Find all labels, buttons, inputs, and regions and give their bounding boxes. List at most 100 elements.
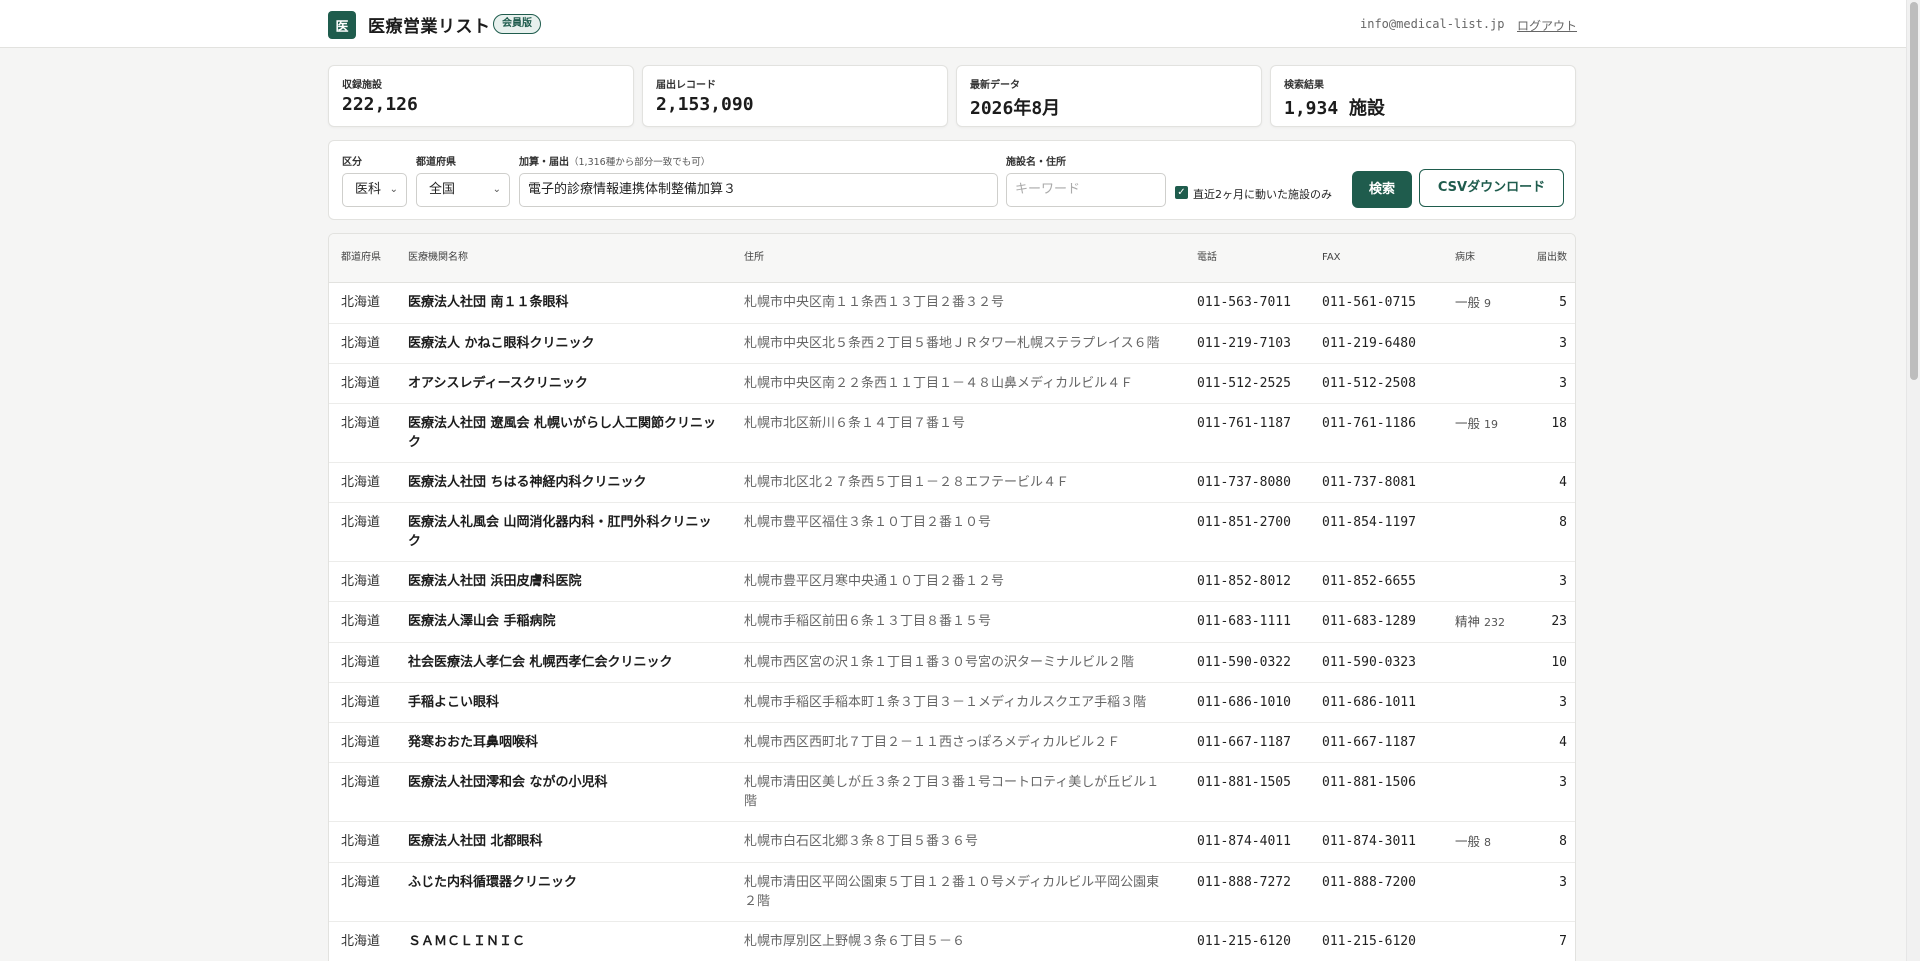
cell-beds: 一般 19: [1443, 403, 1523, 463]
cell-tel: 011-686-1010: [1185, 682, 1310, 723]
cell-address: 札幌市北区新川６条１４丁目７番１号: [732, 403, 1185, 463]
cell-count: 4: [1523, 722, 1575, 763]
cell-count: 7: [1523, 921, 1575, 961]
stat-value: 222,126: [342, 94, 418, 115]
addition-label-text: 加算・届出: [519, 157, 569, 168]
cell-count: 3: [1523, 682, 1575, 723]
cell-address: 札幌市白石区北郷３条８丁目５番３６号: [732, 821, 1185, 863]
keyword-input[interactable]: キーワード: [1006, 173, 1166, 207]
category-select[interactable]: 医科 ⌄: [342, 173, 407, 207]
cell-count: 5: [1523, 282, 1575, 324]
cell-address: 札幌市北区北２７条西５丁目１－２８エフテービル４Ｆ: [732, 462, 1185, 503]
table-row[interactable]: 北海道 ふじた内科循環器クリニック 札幌市清田区平岡公園東５丁目１２番１０号メディカ…: [329, 862, 1575, 922]
col-header-beds[interactable]: 病床: [1443, 234, 1523, 283]
cell-tel: 011-881-1505: [1185, 762, 1310, 822]
cell-tel: 011-851-2700: [1185, 502, 1310, 562]
prefecture-select[interactable]: 全国 ⌄: [416, 173, 510, 207]
chevron-down-icon: ⌄: [492, 184, 501, 195]
stat-value: 1,934 施設: [1284, 98, 1386, 119]
cell-beds: [1443, 363, 1523, 404]
stat-label: 最新データ: [970, 80, 1020, 91]
col-header-tel[interactable]: 電話: [1185, 234, 1310, 283]
cell-fax: 011-888-7200: [1310, 862, 1443, 922]
cell-address: 札幌市中央区南２２条西１１丁目１－４８山鼻メディカルビル４Ｆ: [732, 363, 1185, 404]
cell-tel: 011-683-1111: [1185, 601, 1310, 643]
cell-count: 4: [1523, 462, 1575, 503]
table-row[interactable]: 北海道 医療法人社団 遼風会 札幌いがらし人工関節クリニック 札幌市北区新川６条１４…: [329, 403, 1575, 463]
cell-name: 医療法人澤山会 手稲病院: [396, 601, 732, 643]
col-header-name[interactable]: 医療機関名称: [396, 234, 732, 283]
addition-input[interactable]: 電子的診療情報連携体制整備加算３: [519, 173, 998, 207]
cell-pref: 北海道: [329, 682, 396, 723]
col-header-count[interactable]: 届出数: [1523, 234, 1575, 283]
cell-pref: 北海道: [329, 363, 396, 404]
stat-label: 収録施設: [342, 80, 382, 91]
cell-pref: 北海道: [329, 722, 396, 763]
cell-tel: 011-737-8080: [1185, 462, 1310, 503]
stat-card-facilities: 収録施設 222,126: [328, 65, 634, 127]
stat-label: 届出レコード: [656, 80, 716, 91]
cell-address: 札幌市西区宮の沢１条１丁目１番３０号宮の沢ターミナルビル２階: [732, 642, 1185, 683]
cell-name: 手稲よこい眼科: [396, 682, 732, 723]
cell-pref: 北海道: [329, 762, 396, 822]
cell-name: 発寒おおた耳鼻咽喉科: [396, 722, 732, 763]
table-header-row: 都道府県 医療機関名称 住所 電話 FAX 病床 届出数: [329, 234, 1575, 283]
cell-tel: 011-512-2525: [1185, 363, 1310, 404]
cell-fax: 011-667-1187: [1310, 722, 1443, 763]
col-header-fax[interactable]: FAX: [1310, 234, 1443, 283]
table-row[interactable]: 北海道 医療法人社団澪和会 ながの小児科 札幌市清田区美しが丘３条２丁目３番１号コー…: [329, 762, 1575, 822]
cell-pref: 北海道: [329, 462, 396, 503]
recent-only-label: 直近2ヶ月に動いた施設のみ: [1193, 188, 1332, 201]
cell-beds: [1443, 862, 1523, 922]
table-row[interactable]: 北海道 医療法人社団 南１１条眼科 札幌市中央区南１１条西１３丁目２番３２号 011-…: [329, 282, 1575, 324]
table-row[interactable]: 北海道 医療法人 かねこ眼科クリニック 札幌市中央区北５条西２丁目５番地ＪＲタワー札…: [329, 323, 1575, 364]
search-button[interactable]: 検索: [1352, 171, 1412, 208]
cell-beds: [1443, 722, 1523, 763]
category-label: 区分: [342, 157, 362, 168]
cell-pref: 北海道: [329, 403, 396, 463]
stat-card-results: 検索結果 1,934 施設: [1270, 65, 1576, 127]
cell-fax: 011-854-1197: [1310, 502, 1443, 562]
cell-address: 札幌市豊平区月寒中央通１０丁目２番１２号: [732, 561, 1185, 602]
cell-count: 3: [1523, 862, 1575, 922]
cell-address: 札幌市清田区平岡公園東５丁目１２番１０号メディカルビル平岡公園東２階: [732, 862, 1185, 922]
bed-type: 精神: [1455, 613, 1481, 629]
scrollbar-thumb[interactable]: [1910, 2, 1918, 380]
bed-count: 232: [1484, 615, 1505, 629]
cell-count: 3: [1523, 363, 1575, 404]
table-row[interactable]: 北海道 ＳＡＭＣＬＩＮＩＣ 札幌市厚別区上野幌３条６丁目５－６ 011-215-612…: [329, 921, 1575, 961]
col-header-pref[interactable]: 都道府県: [329, 234, 396, 283]
cell-pref: 北海道: [329, 821, 396, 863]
table-row[interactable]: 北海道 医療法人社団 北都眼科 札幌市白石区北郷３条８丁目５番３６号 011-874-…: [329, 821, 1575, 863]
cell-name: 医療法人社団 南１１条眼科: [396, 282, 732, 324]
table-row[interactable]: 北海道 社会医療法人孝仁会 札幌西孝仁会クリニック 札幌市西区宮の沢１条１丁目１番３…: [329, 642, 1575, 683]
prefecture-value: 全国: [429, 182, 456, 197]
stat-card-records: 届出レコード 2,153,090: [642, 65, 948, 127]
cell-name: ふじた内科循環器クリニック: [396, 862, 732, 922]
cell-beds: [1443, 462, 1523, 503]
cell-fax: 011-590-0323: [1310, 642, 1443, 683]
col-header-address[interactable]: 住所: [732, 234, 1185, 283]
cell-fax: 011-512-2508: [1310, 363, 1443, 404]
cell-count: 18: [1523, 403, 1575, 463]
page-scrollbar[interactable]: [1906, 0, 1920, 961]
table-row[interactable]: 北海道 手稲よこい眼科 札幌市手稲区手稲本町１条３丁目３－１メディカルスクエア手稲３…: [329, 682, 1575, 723]
table-row[interactable]: 北海道 発寒おおた耳鼻咽喉科 札幌市西区西町北７丁目２－１１西さっぽろメディカルビル…: [329, 722, 1575, 763]
filter-panel: 区分 医科 ⌄ 都道府県 全国 ⌄ 加算・届出（1,316種から部分一致でも可）…: [328, 140, 1576, 220]
table-row[interactable]: 北海道 オアシスレディースクリニック 札幌市中央区南２２条西１１丁目１－４８山鼻メデ…: [329, 363, 1575, 404]
app-header: 医 医療営業リスト 会員版 info@medical-list.jp ログアウト: [0, 0, 1906, 48]
keyword-label: 施設名・住所: [1006, 157, 1066, 168]
results-table-panel: 都道府県 医療機関名称 住所 電話 FAX 病床 届出数 北海道 医療法人社団 南…: [328, 233, 1576, 961]
cell-fax: 011-683-1289: [1310, 601, 1443, 643]
table-row[interactable]: 北海道 医療法人礼風会 山岡消化器内科・肛門外科クリニック 札幌市豊平区福住３条１０…: [329, 502, 1575, 562]
table-row[interactable]: 北海道 医療法人社団 ちはる神経内科クリニック 札幌市北区北２７条西５丁目１－２８エ…: [329, 462, 1575, 503]
cell-beds: [1443, 502, 1523, 562]
cell-tel: 011-888-7272: [1185, 862, 1310, 922]
table-row[interactable]: 北海道 医療法人澤山会 手稲病院 札幌市手稲区前田６条１３丁目８番１５号 011-68…: [329, 601, 1575, 643]
table-row[interactable]: 北海道 医療法人社団 浜田皮膚科医院 札幌市豊平区月寒中央通１０丁目２番１２号 011…: [329, 561, 1575, 602]
recent-only-checkbox[interactable]: ✓: [1175, 186, 1188, 199]
cell-beds: [1443, 921, 1523, 961]
bed-type: 一般: [1455, 415, 1481, 431]
csv-download-button[interactable]: CSVダウンロード: [1419, 169, 1564, 207]
logout-link[interactable]: ログアウト: [1517, 17, 1577, 34]
